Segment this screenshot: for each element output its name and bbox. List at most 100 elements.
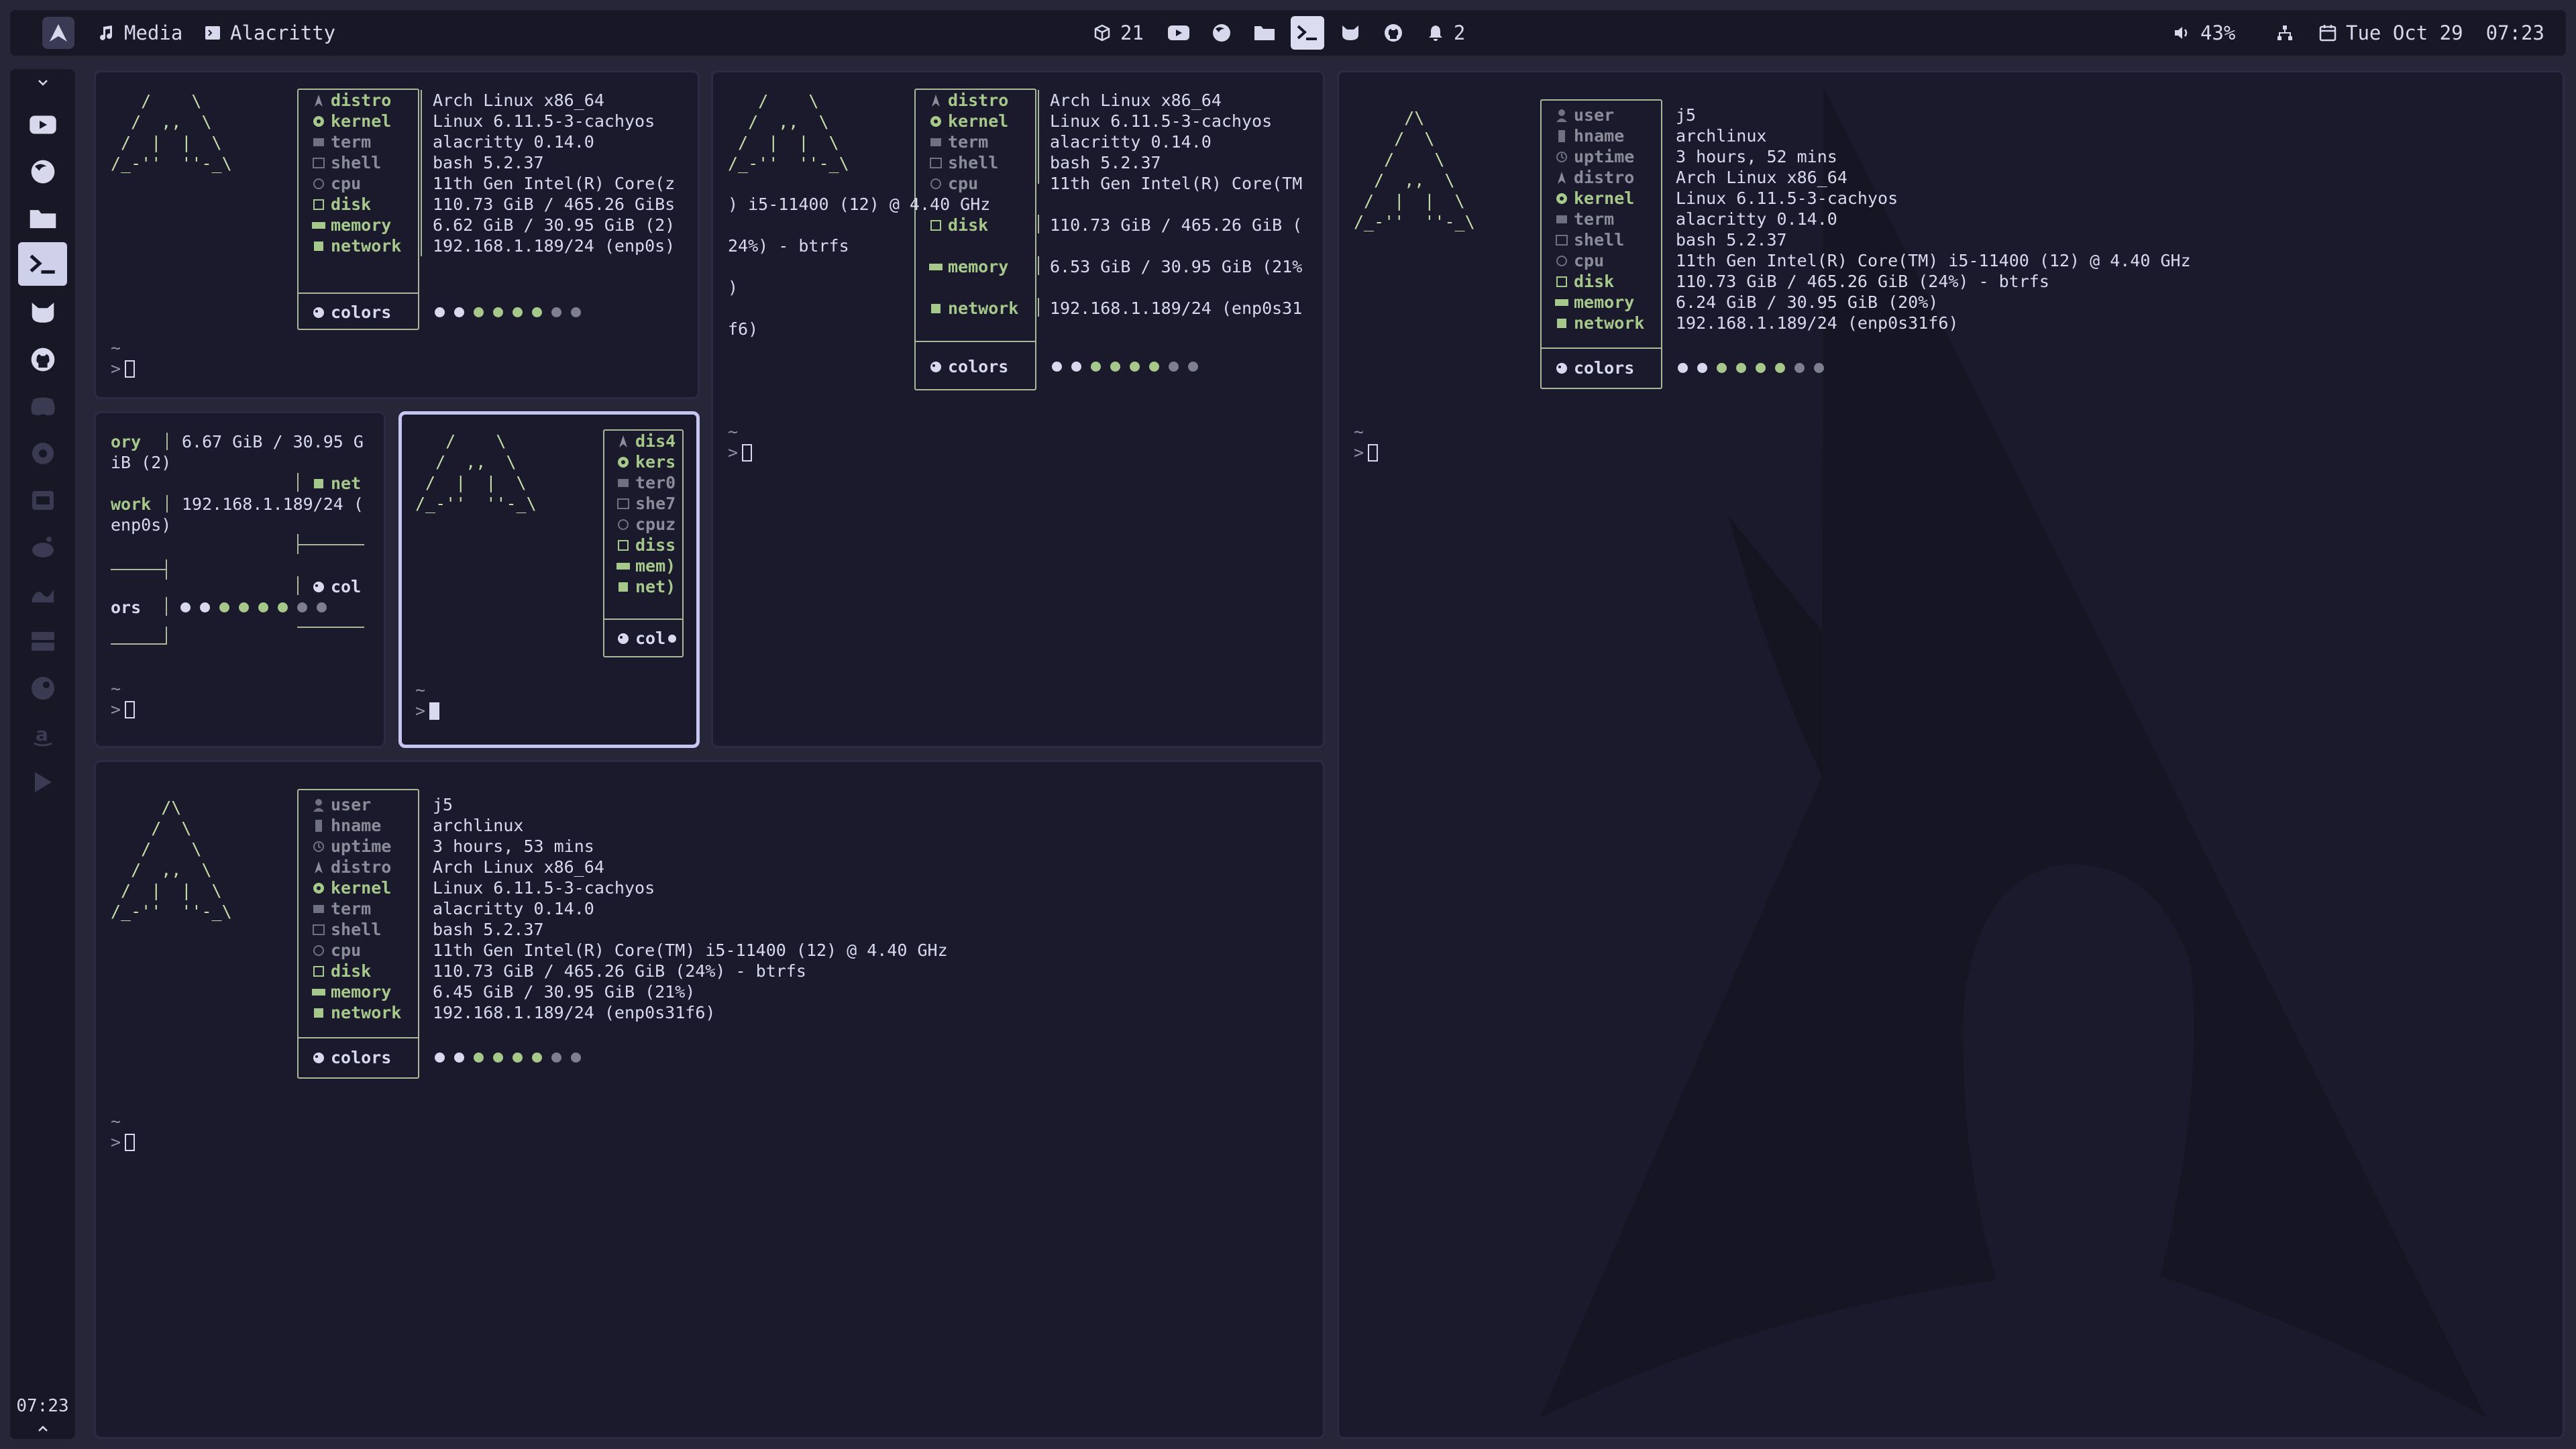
circle-app-icon	[32, 442, 54, 464]
dock-terminal[interactable]	[18, 242, 67, 286]
label-term: term	[1554, 209, 1614, 229]
arch-launcher-button[interactable]	[42, 17, 74, 49]
palette-icon	[311, 579, 327, 595]
arch-ascii-logo: / \ / ,, \ / | | \ /_-'' ''-_\	[111, 91, 232, 173]
dock-app-wave[interactable]	[18, 572, 67, 616]
prompt-line[interactable]: >	[1354, 442, 1379, 463]
label-colors: col	[615, 628, 677, 649]
label-colors: colors	[311, 302, 391, 323]
value-separator	[166, 433, 168, 450]
label-colors: colors	[311, 1047, 391, 1068]
disk-icon	[1554, 274, 1570, 290]
terminal-pane-1[interactable]: / \ / ,, \ / | | \ /_-'' ''-_\ distro ke…	[94, 70, 700, 399]
package-updates[interactable]: 21	[1093, 10, 1144, 56]
tray-youtube[interactable]	[1162, 16, 1195, 50]
disk-icon	[928, 217, 944, 233]
dock-youtube[interactable]	[18, 103, 67, 146]
value-memory: 6.45 GiB / 30.95 GiB (21%)	[433, 982, 696, 1002]
top-bar: Media Alacritty 21 2 43% Tue Oct 29 07:2…	[10, 10, 2566, 56]
dock-app-server[interactable]	[18, 619, 67, 663]
label-hname: hname	[1554, 125, 1624, 146]
dock-app-circle[interactable]	[18, 431, 67, 475]
dock-github[interactable]	[18, 337, 67, 381]
color-palette	[1678, 358, 1824, 378]
value-hname: archlinux	[433, 816, 524, 835]
arch-ascii-logo: / \ / ,, \ / | | \ /_-'' ''-_\	[415, 431, 537, 513]
clock-widget[interactable]: Tue Oct 29 07:23	[2319, 10, 2544, 56]
dock-firefox[interactable]	[18, 150, 67, 193]
value-network-wrap: f6)	[728, 319, 759, 339]
prompt-line[interactable]: >	[111, 358, 136, 379]
tray-github[interactable]	[1377, 16, 1410, 50]
notifications-widget[interactable]: 2	[1427, 10, 1465, 56]
tray-firefox[interactable]	[1205, 16, 1238, 50]
prompt-line[interactable]: >	[415, 700, 440, 721]
dock-files[interactable]	[18, 197, 67, 240]
color-palette	[435, 1047, 581, 1068]
discord-icon	[30, 397, 55, 415]
box-edge	[166, 627, 167, 645]
label-cpu: cpu	[928, 173, 978, 194]
value-term: alacritty 0.14.0	[433, 132, 594, 152]
distro-icon	[1554, 170, 1570, 186]
window-app-icon	[32, 490, 54, 510]
server-icon	[31, 631, 54, 651]
terminal-pane-3[interactable]: ory 6.67 GiB / 30.95 G iB (2) net work 1…	[94, 411, 386, 748]
network-icon	[311, 476, 327, 492]
value-disk: 110.73 GiB / 465.26 GiB (	[1050, 215, 1303, 235]
value-uptime: 3 hours, 52 mins	[1676, 147, 1837, 166]
label-shell: shell	[311, 919, 381, 940]
memory-icon	[1554, 294, 1570, 311]
label-memory: memory	[928, 256, 1008, 277]
steam-icon	[31, 676, 54, 700]
label-user: user	[311, 794, 371, 815]
terminal-pane-6[interactable]: /\ / \ / \ / ,, \ / | | \ /_-'' ''-_\ us…	[1337, 70, 2565, 1439]
tray-terminal[interactable]	[1290, 16, 1324, 50]
volume-widget[interactable]: 43%	[2174, 10, 2235, 56]
terminal-pane-2[interactable]: / \ / ,, \ / | | \ /_-'' ''-_\ distro ke…	[711, 70, 1325, 748]
tray-files[interactable]	[1248, 16, 1281, 50]
gear-icon	[311, 113, 327, 129]
terminal-pane-4-focused[interactable]: / \ / ,, \ / | | \ /_-'' ''-_\ dis4 kers…	[398, 411, 700, 748]
label-kernel: kernel	[311, 877, 391, 898]
media-widget[interactable]: Media	[97, 10, 182, 56]
date-label: Tue Oct 29	[2346, 21, 2463, 44]
dock-app-window[interactable]	[18, 478, 67, 522]
label-disk: diss	[615, 535, 676, 555]
user-icon	[1554, 107, 1570, 123]
reddit-icon	[32, 536, 54, 557]
dock-discord[interactable]	[18, 384, 67, 428]
network-widget[interactable]	[2276, 10, 2294, 56]
color-palette	[180, 597, 327, 618]
prompt-line[interactable]: >	[728, 442, 753, 463]
box-divider	[1540, 347, 1662, 349]
network-icon	[928, 301, 944, 317]
dock-reddit[interactable]	[18, 525, 67, 569]
value-network: 192.168.1.189/24 (enp0s)	[433, 236, 676, 256]
label-colors: colors	[928, 356, 1008, 377]
label-network: net	[311, 473, 361, 494]
dock-app-steam[interactable]	[18, 666, 67, 710]
dock-play[interactable]	[18, 760, 67, 804]
value-distro: Arch Linux x86_64	[1050, 91, 1222, 110]
memory-icon	[311, 217, 327, 233]
value-kernel: Linux 6.11.5-3-cachyos	[1050, 111, 1273, 131]
shell-icon	[311, 155, 327, 171]
dock-cat-app[interactable]	[18, 290, 67, 334]
tray-cat-app[interactable]	[1334, 16, 1367, 50]
dock-amazon[interactable]: a	[18, 713, 67, 757]
github-icon	[1384, 24, 1402, 42]
terminal-pane-5[interactable]: /\ / \ / \ / ,, \ / | | \ /_-'' ''-_\ us…	[94, 760, 1325, 1439]
label-memory: memory	[311, 215, 391, 235]
cat-icon	[32, 302, 54, 323]
dock-collapse-button[interactable]	[18, 69, 67, 96]
label-kernel: kers	[615, 451, 676, 472]
label-term: term	[928, 131, 988, 152]
value-distro: Arch Linux x86_64	[433, 857, 604, 877]
dock-expand-button[interactable]	[18, 1419, 67, 1439]
prompt-line[interactable]: >	[111, 699, 136, 720]
prompt-line[interactable]: >	[111, 1132, 136, 1152]
label-term: term	[311, 131, 371, 152]
color-palette	[1052, 356, 1198, 377]
value-cpu: 11th Gen Intel(R) Core(z	[433, 174, 676, 193]
